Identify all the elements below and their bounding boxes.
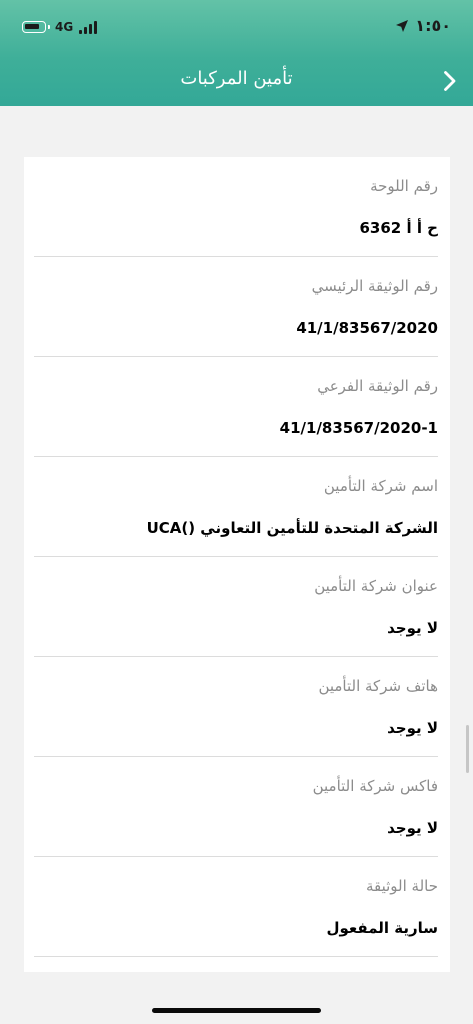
status-bar-left: 4G — [22, 20, 99, 34]
network-type: 4G — [55, 20, 74, 34]
field-value: ح أ أ 6362 — [359, 219, 438, 237]
status-bar-right: ١:٥٠ — [395, 16, 451, 35]
field-label: رقم اللوحة — [370, 177, 438, 195]
clock: ١:٥٠ — [415, 16, 451, 35]
header-bar: 4G ١:٥٠ تأمين المركبات — [0, 0, 473, 106]
field-label: عنوان شركة التأمين — [314, 577, 438, 595]
field-main-policy-number: رقم الوثيقة الرئيسي 41/1/83567/2020 — [34, 257, 438, 357]
chevron-right-icon — [444, 71, 456, 91]
field-label: حالة الوثيقة — [365, 877, 438, 895]
field-insurance-company-fax: فاكس شركة التأمين لا يوجد — [34, 757, 438, 857]
location-arrow-icon — [396, 19, 409, 32]
field-policy-status: حالة الوثيقة سارية المفعول — [34, 857, 438, 957]
field-value: الشركة المتحدة للتأمين التعاوني ()UCA — [146, 519, 438, 537]
field-value: لا يوجد — [387, 719, 438, 737]
field-sub-policy-number: رقم الوثيقة الفرعي 41/1/83567/2020-1 — [34, 357, 438, 457]
field-label: رقم الوثيقة الفرعي — [317, 377, 438, 395]
policy-details-card: رقم اللوحة ح أ أ 6362 رقم الوثيقة الرئيس… — [24, 157, 450, 972]
field-label: هاتف شركة التأمين — [318, 677, 438, 695]
field-value: لا يوجد — [387, 619, 438, 637]
field-value: 41/1/83567/2020-1 — [279, 419, 438, 437]
field-insurance-company-address: عنوان شركة التأمين لا يوجد — [34, 557, 438, 657]
field-value: سارية المفعول — [326, 919, 438, 937]
field-value: 41/1/83567/2020 — [296, 319, 438, 337]
home-indicator[interactable] — [152, 1008, 321, 1013]
status-bar: 4G ١:٥٠ — [0, 0, 473, 54]
field-plate-number: رقم اللوحة ح أ أ 6362 — [34, 157, 438, 257]
battery-icon — [22, 21, 50, 33]
field-value: لا يوجد — [387, 819, 438, 837]
back-button[interactable] — [434, 64, 466, 98]
field-label: اسم شركة التأمين — [323, 477, 438, 495]
field-insurance-company-name: اسم شركة التأمين الشركة المتحدة للتأمين … — [34, 457, 438, 557]
signal-strength-icon — [79, 20, 99, 34]
field-insurance-company-phone: هاتف شركة التأمين لا يوجد — [34, 657, 438, 757]
vertical-scrollbar[interactable] — [466, 725, 469, 773]
field-label: فاكس شركة التأمين — [312, 777, 438, 795]
field-label: رقم الوثيقة الرئيسي — [311, 277, 438, 295]
page-title: تأمين المركبات — [180, 68, 293, 89]
